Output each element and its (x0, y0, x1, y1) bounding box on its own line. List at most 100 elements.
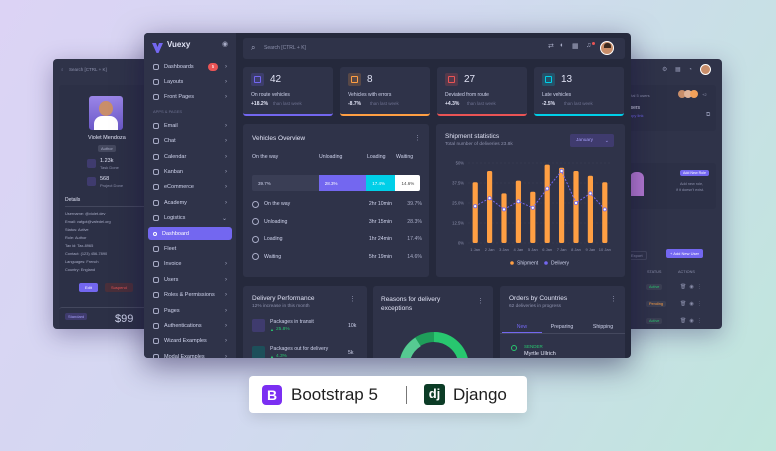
sidebar-item-wizard-examples[interactable]: Wizard Examples › (148, 335, 232, 348)
row-time: 2hr 10min (368, 201, 392, 207)
delivery-point[interactable] (573, 201, 578, 206)
dashboards-badge: 5 (208, 62, 218, 71)
sidebar-toggle-icon[interactable]: ◉ (222, 40, 228, 48)
more-options-icon[interactable]: ⋮ (349, 295, 356, 303)
theme-icon[interactable]: ◐ (560, 42, 564, 49)
sidebar-item-calendar[interactable]: Calendar › (148, 150, 232, 163)
delivery-point[interactable] (602, 207, 607, 212)
stat-delta: -2.5% (542, 101, 556, 107)
row-actions-icons[interactable]: 🗑◉⋮ (680, 284, 705, 290)
delivery-point[interactable] (516, 199, 521, 204)
delivery-performance-subtitle: 12% increase in this month (252, 304, 310, 309)
chevron-right-icon: › (225, 322, 227, 329)
row-label: On the way (264, 201, 291, 207)
tab-new[interactable]: New (502, 321, 542, 333)
sidebar-item-front-pages[interactable]: Front Pages › (148, 91, 232, 104)
row-actions-icons[interactable]: 🗑◉⋮ (680, 318, 705, 324)
shipment-bar[interactable] (573, 171, 579, 243)
progress-segment: 14.6% (395, 175, 420, 191)
truck-icon (252, 200, 259, 208)
row-time: 3hr 15min (368, 218, 392, 225)
shipment-bar[interactable] (587, 175, 593, 243)
shipment-bar[interactable] (487, 171, 493, 243)
chevron-right-icon: › (225, 338, 227, 345)
user-role-badge: Author (98, 145, 116, 152)
sidebar-item-label: Dashboards (164, 63, 194, 70)
month-dropdown[interactable]: January ⌄ (570, 134, 614, 147)
sidebar-item-dashboards[interactable]: Dashboards 5 › (148, 60, 232, 73)
shipment-bar[interactable] (559, 167, 565, 243)
row-label-cell: Unloading (252, 218, 342, 225)
sidebar-item-email[interactable]: Email › (148, 119, 232, 132)
tab-preparing[interactable]: Preparing (542, 321, 582, 333)
avatar[interactable] (700, 64, 711, 75)
bootstrap-label: Bootstrap 5 (291, 385, 378, 404)
bootstrap-logo-icon: B (262, 385, 282, 405)
shipment-bar[interactable] (544, 164, 550, 243)
notification-icon[interactable]: ♫ (586, 42, 591, 49)
search-icon[interactable]: ⌕ (251, 43, 255, 53)
package-icon (252, 346, 265, 358)
actions-header: ACTIONS (678, 270, 695, 274)
sidebar-item-academy[interactable]: Academy › (148, 196, 232, 209)
search-input[interactable]: Search [CTRL + K] (264, 45, 306, 51)
more-options-icon[interactable]: ⋮ (610, 295, 617, 303)
sidebar-item-invoice[interactable]: Invoice › (148, 258, 232, 271)
project-done-label: Project Done (100, 183, 124, 188)
sidebar-item-pages[interactable]: Pages › (148, 304, 232, 317)
sidebar-item-roles-permissions[interactable]: Roles & Permissions › (148, 289, 232, 302)
user-avatar[interactable] (600, 41, 614, 55)
clock-icon (252, 253, 259, 260)
delivery-point[interactable] (502, 207, 507, 212)
delivery-point[interactable] (559, 168, 564, 173)
progress-segment: 28.3% (318, 175, 367, 191)
task-icon (87, 159, 96, 168)
sidebar-item-label: Modal Examples (164, 353, 205, 358)
shipment-bar[interactable] (472, 182, 478, 243)
main-dashboard-window: Vuexy ◉ Dashboards 5 › Layouts › Front Pages ›… (144, 33, 631, 358)
more-options-icon[interactable]: ⋮ (414, 134, 421, 142)
shipment-bar[interactable] (530, 191, 536, 243)
sidebar-item-authentications[interactable]: Authentications › (148, 319, 232, 332)
stat-icon-glyph (351, 76, 358, 83)
sidebar-item-label: Layouts (164, 78, 184, 85)
sidebar-item-fleet[interactable]: Fleet (148, 242, 232, 255)
row-label-cell: Loading (252, 235, 342, 243)
delivery-point[interactable] (545, 186, 550, 191)
sidebar-item-chat[interactable]: Chat › (148, 135, 232, 148)
nav-item-icon (153, 94, 159, 101)
delivery-point[interactable] (473, 204, 478, 209)
delivery-point[interactable] (487, 196, 492, 201)
unloading-icon (252, 218, 259, 225)
left-search-input[interactable]: Search [CTRL + K] (69, 67, 107, 72)
sidebar-item-modal-examples[interactable]: Modal Examples › (148, 350, 232, 358)
sidebar-item-ecommerce[interactable]: eCommerce › (148, 181, 232, 194)
add-user-button[interactable]: + Add New User (666, 249, 704, 258)
sidebar-item-dashboard[interactable]: Dashboard (148, 227, 232, 240)
sidebar-item-users[interactable]: Users › (148, 273, 232, 286)
more-options-icon[interactable]: ⋮ (477, 297, 484, 305)
shipment-bar[interactable] (515, 180, 521, 243)
delivery-point[interactable] (530, 205, 535, 210)
x-tick-label: 9 Jan (586, 247, 596, 252)
sidebar-item-layouts[interactable]: Layouts › (148, 75, 232, 88)
sidebar-item-kanban[interactable]: Kanban › (148, 165, 232, 178)
shipment-bar[interactable] (501, 193, 507, 243)
shipment-bar[interactable] (602, 182, 608, 243)
suspend-button[interactable]: Suspend (105, 283, 133, 292)
delivery-point[interactable] (588, 191, 593, 196)
translate-icon[interactable]: ⇄ (548, 42, 554, 50)
chevron-right-icon: › (225, 276, 227, 283)
edit-button[interactable]: Edit (79, 283, 98, 292)
row-percent: 17.4% (407, 236, 422, 242)
stat-label: Late vehicles (542, 92, 572, 98)
nav-section-label: APPS & PAGES (153, 109, 183, 115)
add-role-button[interactable]: Add New Role (680, 170, 709, 176)
tab-shipping[interactable]: Shipping (583, 321, 623, 333)
shortcuts-icon[interactable]: ▦ (572, 42, 579, 50)
row-actions-icons[interactable]: 🗑◉⋮ (680, 301, 705, 307)
copy-icon[interactable]: ⧉ (706, 112, 710, 119)
tab-label: Shipping (592, 324, 614, 330)
stat-period: than last week (564, 101, 593, 106)
sidebar-item-logistics[interactable]: Logistics ⌄ (148, 212, 232, 225)
